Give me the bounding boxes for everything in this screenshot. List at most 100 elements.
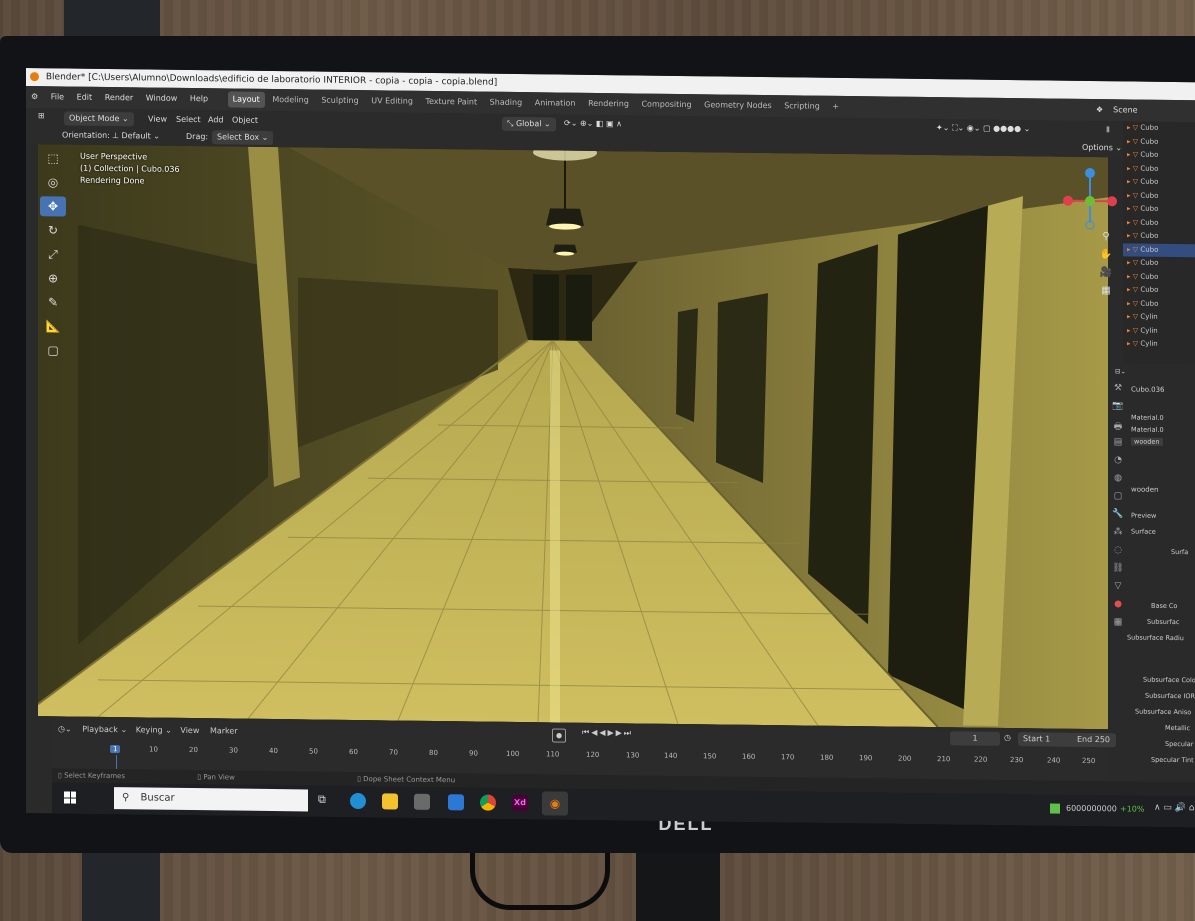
render-tab-icon[interactable]: 📷 <box>1111 401 1125 419</box>
taskbar-search-box[interactable]: ⚲ Buscar <box>114 787 308 812</box>
edge-browser-icon[interactable] <box>350 792 366 810</box>
output-tab-icon[interactable]: 🖶 <box>1111 419 1125 437</box>
camera-view-icon[interactable]: 🎥 <box>1098 267 1114 278</box>
timeline-editor-icon[interactable]: ◷⌄ <box>58 724 72 733</box>
pivot-snap-icons[interactable]: ⟳⌄ ⊕⌄ ◧ ▣ ∧ <box>564 119 622 129</box>
tab-texture-paint[interactable]: Texture Paint <box>421 91 483 114</box>
marker-menu[interactable]: Marker <box>210 726 238 735</box>
material-name-field[interactable]: wooden <box>1131 486 1158 494</box>
start-frame-field[interactable]: Start 1 <box>1018 732 1078 747</box>
tab-sculpting[interactable]: Sculpting <box>316 90 363 113</box>
tab-modeling[interactable]: Modeling <box>267 89 313 112</box>
move-tool-icon[interactable]: ✥ <box>40 196 66 217</box>
scene-selector[interactable]: ❖ Scene <box>1086 99 1148 122</box>
tab-shading[interactable]: Shading <box>485 92 528 115</box>
task-view-icon[interactable]: ⧉ <box>318 793 326 807</box>
outliner-row[interactable]: ▸ ▽ Cubo <box>1123 283 1195 297</box>
scene-tab-icon[interactable]: ◔ <box>1111 455 1125 473</box>
tab-uv-editing[interactable]: UV Editing <box>366 90 418 113</box>
preview-section-header[interactable]: Preview <box>1131 512 1156 520</box>
view-layer-tab-icon[interactable]: ▤ <box>1111 437 1125 455</box>
menu-view[interactable]: View <box>148 114 167 123</box>
navigation-gizmo[interactable] <box>1060 165 1120 236</box>
constraints-tab-icon[interactable]: ⛓ <box>1111 563 1125 581</box>
world-tab-icon[interactable]: ◍ <box>1111 473 1125 491</box>
playback-controls[interactable]: ⏮◀◀▶▶⏭ <box>582 728 633 739</box>
transform-tool-icon[interactable]: ⊕ <box>40 268 66 288</box>
tool-tab-icon[interactable]: ⚒ <box>1111 383 1125 401</box>
zoom-icon[interactable]: ⚲ <box>1098 231 1114 242</box>
transform-orientation-dropdown[interactable]: ⤡ Global ⌄ <box>502 116 556 132</box>
outliner-row[interactable]: ▸ ▽ Cubo <box>1123 202 1195 216</box>
microsoft-store-icon[interactable] <box>414 793 430 810</box>
object-tab-icon[interactable]: ▢ <box>1111 491 1125 509</box>
3d-viewport[interactable]: User Perspective (1) Collection | Cubo.0… <box>38 144 1108 730</box>
surface-section-header[interactable]: Surface <box>1131 528 1156 536</box>
menu-render[interactable]: Render <box>100 87 138 109</box>
rotate-tool-icon[interactable]: ↻ <box>40 220 66 240</box>
tab-layout[interactable]: Layout <box>227 91 265 108</box>
material-slot[interactable]: Material.0 <box>1131 414 1164 422</box>
texture-tab-icon[interactable]: ▦ <box>1111 617 1125 635</box>
nvidia-tray-icon[interactable] <box>1050 803 1060 814</box>
outliner-row[interactable]: ▸ ▽ Cubo <box>1123 121 1195 135</box>
data-tab-icon[interactable]: ▽ <box>1111 581 1125 599</box>
blender-menu-icon[interactable]: ⚙ <box>26 86 43 108</box>
outliner-row[interactable]: ▸ ▽ Cubo <box>1123 229 1195 243</box>
outliner-row[interactable]: ▸ ▽ Cubo <box>1123 175 1195 189</box>
playback-menu[interactable]: Playback <box>82 725 118 734</box>
menu-help[interactable]: Help <box>185 88 213 110</box>
outliner-row[interactable]: ▸ ▽ Cylin <box>1123 310 1195 324</box>
end-frame-field[interactable]: End 250 <box>1072 732 1116 748</box>
pan-hand-icon[interactable]: ✋ <box>1098 249 1114 260</box>
windows-start-icon[interactable] <box>64 791 76 804</box>
material-tab-icon[interactable]: ● <box>1111 599 1125 617</box>
outliner-row[interactable]: ▸ ▽ Cubo <box>1123 216 1195 230</box>
menu-file[interactable]: File <box>46 86 69 108</box>
outliner-row[interactable]: ▸ ▽ Cylin <box>1123 324 1195 338</box>
tab-scripting[interactable]: Scripting <box>779 95 825 118</box>
particles-tab-icon[interactable]: ⁂ <box>1111 527 1125 545</box>
tab-rendering[interactable]: Rendering <box>583 93 634 116</box>
object-name-field[interactable]: Cubo.036 <box>1131 386 1165 394</box>
drag-select-box-dropdown[interactable]: Select Box ⌄ <box>212 130 274 146</box>
outliner-row[interactable]: ▸ ▽ Cylin <box>1123 337 1195 351</box>
outliner-row[interactable]: ▸ ▽ Cubo <box>1123 297 1195 311</box>
chrome-icon[interactable] <box>480 794 496 811</box>
outliner-row[interactable]: ▸ ▽ Cubo <box>1123 256 1195 270</box>
blender-taskbar-icon[interactable]: ◉ <box>542 791 568 816</box>
outliner-row[interactable]: ▸ ▽ Cubo <box>1123 148 1195 162</box>
material-slot-active[interactable]: wooden <box>1131 437 1163 446</box>
select-box-tool-icon[interactable]: ⬚ <box>40 148 66 168</box>
menu-select[interactable]: Select <box>176 115 201 124</box>
keying-menu[interactable]: Keying <box>136 725 163 734</box>
outliner-row[interactable]: ▸ ▽ Cubo <box>1123 270 1195 284</box>
mail-icon[interactable] <box>448 794 464 811</box>
properties-editor-icon[interactable]: ⊟⌄ <box>1115 367 1126 375</box>
add-cube-tool-icon[interactable]: ▢ <box>40 340 66 360</box>
playhead-line[interactable] <box>116 755 117 770</box>
tab-geometry-nodes[interactable]: Geometry Nodes <box>699 94 776 117</box>
file-explorer-icon[interactable] <box>382 793 398 810</box>
menu-edit[interactable]: Edit <box>72 87 98 109</box>
orientation-default-dropdown[interactable]: ⊥ Default ⌄ <box>112 131 160 141</box>
menu-object[interactable]: Object <box>232 116 258 125</box>
tab-compositing[interactable]: Compositing <box>636 93 696 116</box>
measure-tool-icon[interactable]: 📐 <box>40 316 66 336</box>
modifier-tab-icon[interactable]: 🔧 <box>1111 509 1125 527</box>
material-slot[interactable]: Material.0 <box>1131 426 1164 434</box>
viewport-shading-icons[interactable]: ✦⌄ ⛶⌄ ◉⌄ ▢ ●●●● ⌄ <box>936 123 1030 134</box>
pause-render-icon[interactable]: Ⅱ <box>1106 125 1110 134</box>
current-frame-field[interactable]: 1 <box>950 731 1000 746</box>
adobe-xd-icon[interactable]: Xd <box>512 794 528 812</box>
add-workspace-button[interactable]: + <box>827 96 844 118</box>
outliner-row[interactable]: ▸ ▽ Cubo <box>1123 162 1195 176</box>
editor-type-icon[interactable]: ⊞ <box>38 111 45 120</box>
physics-tab-icon[interactable]: ◌ <box>1111 545 1125 563</box>
options-dropdown[interactable]: Options ⌄ <box>1082 143 1122 152</box>
record-button[interactable]: ● <box>552 728 566 743</box>
ortho-grid-icon[interactable]: ▦ <box>1098 285 1114 296</box>
annotate-tool-icon[interactable]: ✎ <box>40 292 66 312</box>
outliner-row-selected[interactable]: ▸ ▽ Cubo <box>1123 242 1195 258</box>
scale-tool-icon[interactable]: ⤢ <box>40 244 66 264</box>
